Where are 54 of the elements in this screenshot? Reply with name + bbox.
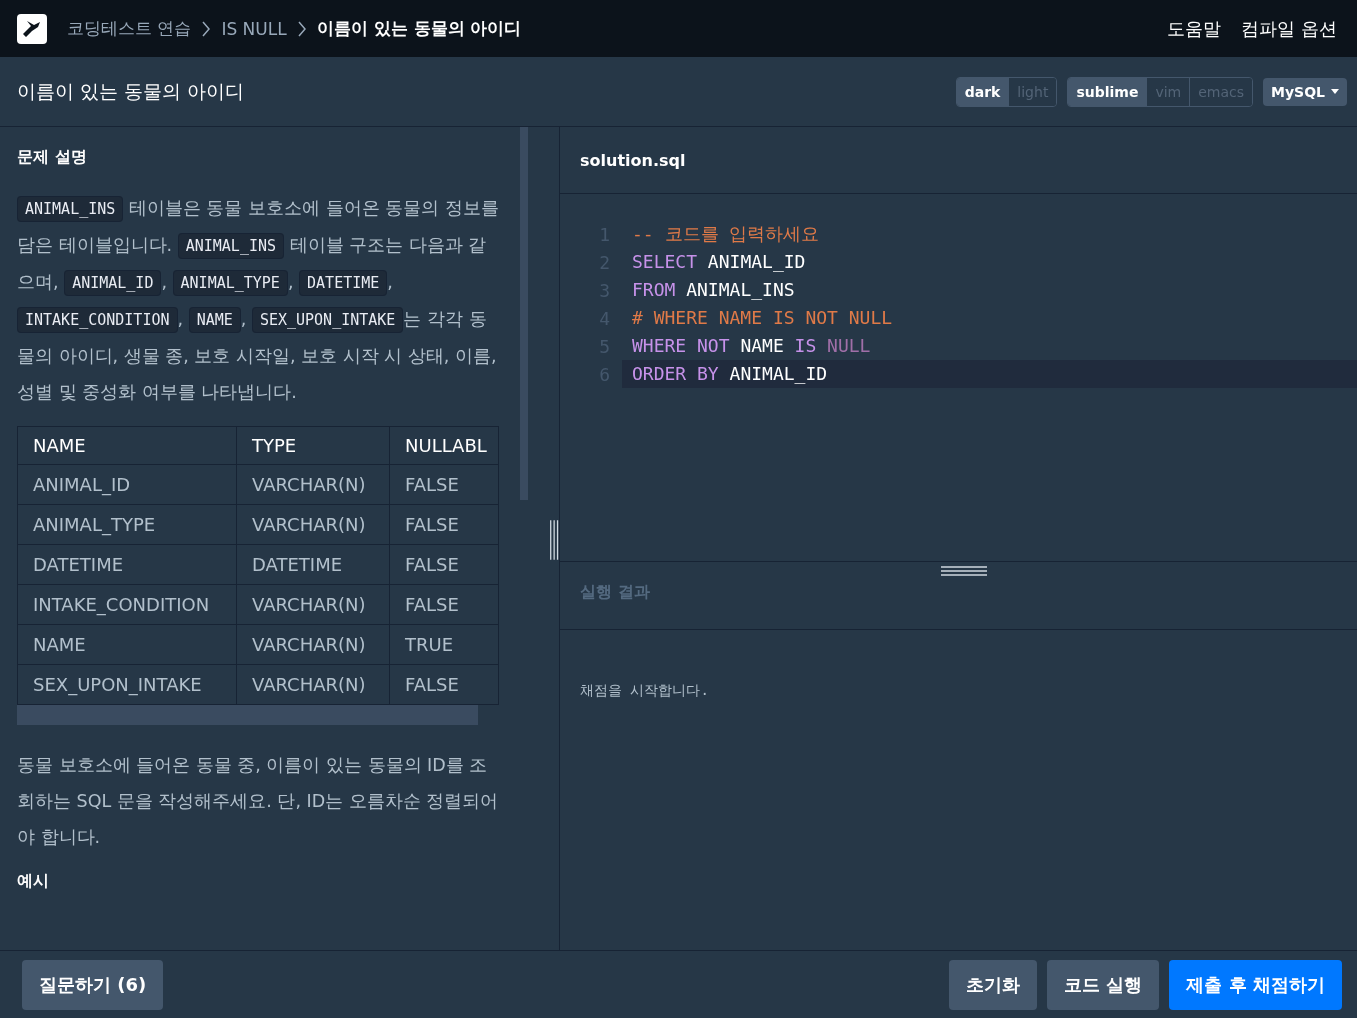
- nav-link[interactable]: 도움말: [1167, 16, 1222, 41]
- table-cell: VARCHAR(N): [236, 504, 390, 545]
- breadcrumb-link[interactable]: 코딩테스트 연습: [67, 17, 192, 40]
- language-dropdown[interactable]: MySQL: [1263, 77, 1347, 106]
- column-header: NAME: [17, 426, 237, 465]
- task-text: 동물 보호소에 들어온 동물 중, 이름이 있는 동물의 ID를 조회하는 SQL 문을 작성해주세요. 단, ID는 오름차순 정렬되어야 합니다.: [17, 754, 499, 849]
- file-tab[interactable]: solution.sql: [580, 150, 686, 170]
- table-cell: VARCHAR(N): [236, 664, 390, 705]
- page-title: 이름이 있는 동물의 아이디: [316, 17, 522, 40]
- table-cell: VARCHAR(N): [236, 624, 390, 665]
- column-header: NULLABL: [389, 426, 499, 465]
- caret-icon: [1331, 89, 1339, 94]
- ask-button[interactable]: 질문하기 (6): [22, 959, 164, 1010]
- logo-icon[interactable]: [17, 13, 47, 44]
- resize-handle[interactable]: [941, 566, 987, 576]
- table-cell: FALSE: [389, 664, 499, 705]
- resize-handle[interactable]: [548, 517, 559, 563]
- action-button[interactable]: 코드 실행: [1047, 959, 1160, 1010]
- description-text: ANIMAL_INS 테이블은 동물 보호소에 들어온 동물의 정보를 담은 테이블입니다. ANIMAL_INS 테이블 구조는 다음과 같으며, ANIMAL_ID , ANIMAL_TYPE , DATETIME , INTAKE_CONDITION , NAME , SEX_UPON_INTAKE 는 각각 동물의 아이디, 생물 종, 보호 시작일, 보호 시작 시 상태, 이름, 성별 및 중성화 여부를 나타냅니다.: [17, 195, 499, 404]
- nav-link[interactable]: 컴파일 옵션: [1241, 16, 1337, 41]
- code-line: FROM ANIMAL_INS: [631, 278, 796, 302]
- table-cell: ANIMAL_ID: [17, 464, 237, 505]
- table-cell: FALSE: [389, 504, 499, 545]
- scrollbar[interactable]: [520, 127, 528, 500]
- table-cell: ANIMAL_TYPE: [17, 504, 237, 545]
- code-line: WHERE NOT NAME IS NULL: [631, 334, 872, 358]
- chevron-icon: [201, 20, 212, 37]
- problem-title: 이름이 있는 동물의 아이디: [17, 78, 246, 104]
- table-cell: TRUE: [389, 624, 499, 665]
- table-cell: VARCHAR(N): [236, 584, 390, 625]
- result-heading: 실행 결과: [580, 582, 650, 603]
- submit-button[interactable]: 제출 후 채점하기: [1169, 959, 1342, 1010]
- table-cell: FALSE: [389, 544, 499, 585]
- breadcrumb-link[interactable]: IS NULL: [221, 18, 287, 39]
- code-line: # WHERE NAME IS NOT NULL: [631, 306, 894, 330]
- action-button[interactable]: 초기화: [949, 959, 1038, 1010]
- code-line: SELECT ANIMAL_ID: [631, 250, 807, 274]
- chevron-icon: [296, 20, 307, 37]
- scrollbar[interactable]: [17, 705, 478, 725]
- table-cell: INTAKE_CONDITION: [17, 584, 237, 625]
- toggle-option[interactable]: dark: [956, 77, 1010, 106]
- toggle-option[interactable]: sublime: [1068, 77, 1148, 106]
- table-cell: FALSE: [389, 464, 499, 505]
- code-line: -- 코드를 입력하세요: [631, 222, 821, 246]
- table-cell: DATETIME: [236, 544, 390, 585]
- column-header: TYPE: [236, 426, 390, 465]
- table-cell: FALSE: [389, 584, 499, 625]
- table-cell: NAME: [17, 624, 237, 665]
- section-heading: 문제 설명: [17, 147, 88, 168]
- table-cell: DATETIME: [17, 544, 237, 585]
- table-cell: SEX_UPON_INTAKE: [17, 664, 237, 705]
- section-heading: 예시: [17, 871, 50, 892]
- table-cell: VARCHAR(N): [236, 464, 390, 505]
- result-output: 채점을 시작합니다.: [580, 682, 709, 698]
